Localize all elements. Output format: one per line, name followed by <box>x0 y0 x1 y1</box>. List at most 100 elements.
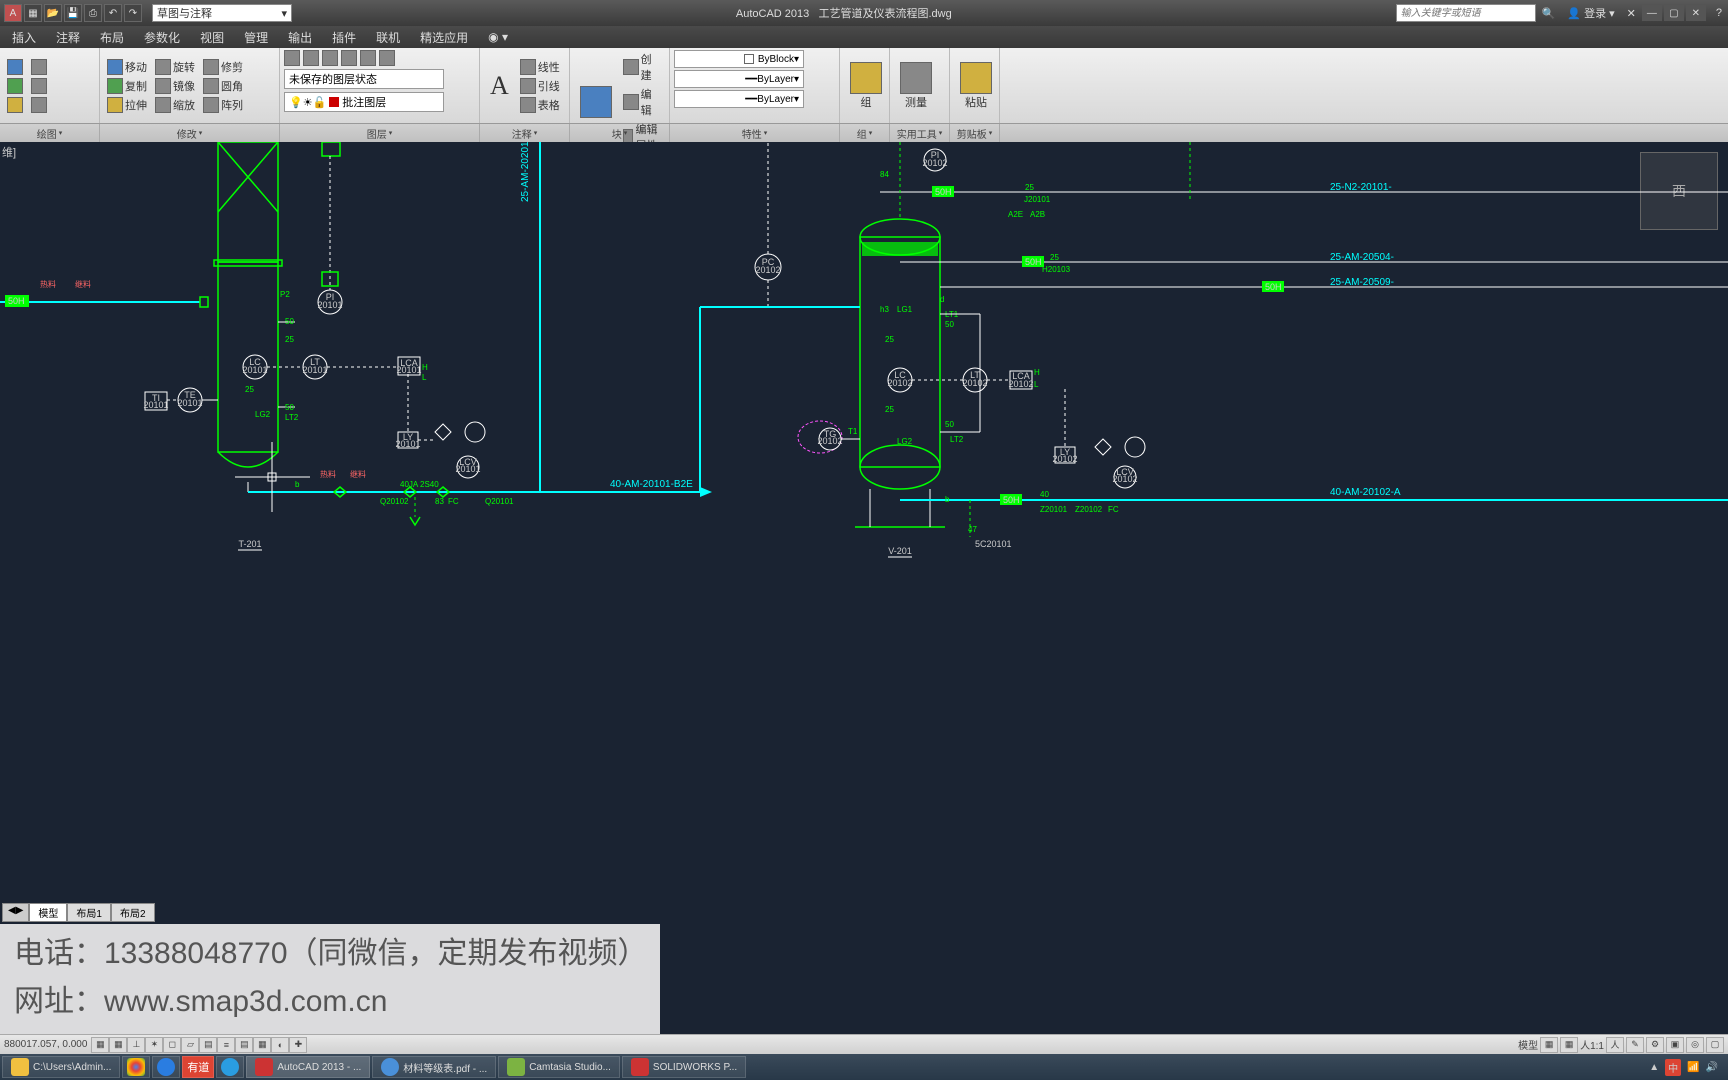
trim-button[interactable]: 修剪 <box>200 58 246 76</box>
minimize-button[interactable]: — <box>1642 5 1662 21</box>
color-dropdown[interactable]: ByBlock ▾ <box>674 50 804 68</box>
panel-label-group[interactable]: 组 <box>840 124 890 142</box>
mirror-button[interactable]: 镜像 <box>152 77 198 95</box>
snap-toggle[interactable]: ▦ <box>91 1037 109 1053</box>
measure-button[interactable]: 测量 <box>894 60 938 112</box>
drawing-canvas[interactable]: 维] 西 .proc { stroke:#0ff; stroke-width:2… <box>0 142 1728 1034</box>
move-button[interactable]: 移动 <box>104 58 150 76</box>
layer-iso-button[interactable] <box>303 50 319 66</box>
layer-off-button[interactable] <box>341 50 357 66</box>
maximize-button[interactable]: ▢ <box>1664 5 1684 21</box>
sc-toggle[interactable]: ◐ <box>271 1037 289 1053</box>
menu-annotate[interactable]: 注释 <box>46 27 90 48</box>
menu-plugins[interactable]: 插件 <box>322 27 366 48</box>
taskbar-chrome[interactable] <box>122 1056 150 1078</box>
quickview-drawings[interactable]: ▦ <box>1560 1037 1578 1053</box>
polar-toggle[interactable]: ✶ <box>145 1037 163 1053</box>
ime-icon[interactable]: 中 <box>1665 1059 1681 1076</box>
menu-online[interactable]: 联机 <box>366 27 410 48</box>
copy-button[interactable]: 复制 <box>104 77 150 95</box>
circle-button[interactable] <box>4 77 26 95</box>
workspace-dropdown[interactable]: 草图与注释▾ <box>152 4 292 22</box>
text-button[interactable]: A <box>484 69 515 103</box>
layout-nav[interactable]: ◀▶ <box>2 903 29 922</box>
qp-toggle[interactable]: ▦ <box>253 1037 271 1053</box>
exchange-icon[interactable]: ✕ <box>1627 7 1636 20</box>
tpy-toggle[interactable]: ▤ <box>235 1037 253 1053</box>
model-space-label[interactable]: 模型 <box>1518 1037 1538 1052</box>
taskbar-explorer[interactable]: C:\Users\Admin... <box>2 1056 120 1078</box>
hardware-accel[interactable]: ▣ <box>1666 1037 1684 1053</box>
anno-auto-toggle[interactable]: ✎ <box>1626 1037 1644 1053</box>
layer-state-dropdown[interactable]: 未保存的图层状态 <box>284 69 444 89</box>
volume-icon[interactable]: 🔊 <box>1706 1062 1718 1073</box>
group-button[interactable]: 组 <box>844 60 888 112</box>
network-icon[interactable]: 📶 <box>1687 1062 1699 1073</box>
app-menu-button[interactable]: A <box>4 4 22 22</box>
layer-props-button[interactable] <box>284 50 300 66</box>
grid-toggle[interactable]: ▦ <box>109 1037 127 1053</box>
isolate-objects[interactable]: ◎ <box>1686 1037 1704 1053</box>
layer-freeze-button[interactable] <box>322 50 338 66</box>
panel-label-clip[interactable]: 剪贴板 <box>950 124 1000 142</box>
polyline-button[interactable] <box>28 58 50 76</box>
array-button[interactable]: 阵列 <box>200 96 246 114</box>
clean-screen[interactable]: ▢ <box>1706 1037 1724 1053</box>
rect-button[interactable] <box>28 77 50 95</box>
linetype-dropdown[interactable]: ━━ ByLayer ▾ <box>674 90 804 108</box>
table-button[interactable]: 表格 <box>517 96 563 114</box>
osnap-toggle[interactable]: ◻ <box>163 1037 181 1053</box>
qat-redo[interactable]: ↷ <box>124 4 142 22</box>
menu-manage[interactable]: 管理 <box>234 27 278 48</box>
edit-block-button[interactable]: 编辑 <box>620 85 665 119</box>
menu-view[interactable]: 视图 <box>190 27 234 48</box>
qat-new[interactable]: ▦ <box>24 4 42 22</box>
menu-featured[interactable]: 精选应用 <box>410 27 478 48</box>
close-button[interactable]: ✕ <box>1686 5 1706 21</box>
panel-label-block[interactable]: 块 <box>570 124 670 142</box>
layer-dropdown[interactable]: 💡 ☀ 🔓 批注图层 <box>284 92 444 112</box>
taskbar-camtasia[interactable]: Camtasia Studio... <box>498 1056 620 1078</box>
line-button[interactable] <box>4 58 26 76</box>
hatch-button[interactable] <box>28 96 50 114</box>
layer-lock-button[interactable] <box>360 50 376 66</box>
menu-insert[interactable]: 插入 <box>2 27 46 48</box>
panel-label-layer[interactable]: 图层 <box>280 124 480 142</box>
menu-output[interactable]: 输出 <box>278 27 322 48</box>
layout1-tab[interactable]: 布局1 <box>67 903 111 922</box>
qat-save[interactable]: 💾 <box>64 4 82 22</box>
dyn-toggle[interactable]: ▤ <box>199 1037 217 1053</box>
panel-label-properties[interactable]: 特性 <box>670 124 840 142</box>
otrack-toggle[interactable]: ▱ <box>181 1037 199 1053</box>
lwt-toggle[interactable]: ≡ <box>217 1037 235 1053</box>
tray-icon[interactable]: ▲ <box>1649 1062 1659 1073</box>
taskbar-youdao[interactable]: 有道 <box>182 1056 214 1078</box>
arc-button[interactable] <box>4 96 26 114</box>
menu-layout[interactable]: 布局 <box>90 27 134 48</box>
taskbar-ie[interactable] <box>216 1056 244 1078</box>
anno-scale[interactable]: 人1:1 <box>1580 1037 1604 1052</box>
panel-label-draw[interactable]: 绘图 <box>0 124 100 142</box>
panel-label-annotate[interactable]: 注释 <box>480 124 570 142</box>
ortho-toggle[interactable]: ⊥ <box>127 1037 145 1053</box>
rotate-button[interactable]: 旋转 <box>152 58 198 76</box>
dim-linear-button[interactable]: 线性 <box>517 58 563 76</box>
layout2-tab[interactable]: 布局2 <box>111 903 155 922</box>
menu-more[interactable]: ◉ ▾ <box>478 28 518 46</box>
scale-button[interactable]: 缩放 <box>152 96 198 114</box>
quickview-layouts[interactable]: ▦ <box>1540 1037 1558 1053</box>
create-block-button[interactable]: 创建 <box>620 50 665 84</box>
taskbar-pdf[interactable]: 材料等级表.pdf - ... <box>372 1056 496 1078</box>
help-icon[interactable]: ? <box>1716 7 1722 19</box>
search-icon[interactable]: 🔍 <box>1542 7 1556 20</box>
taskbar-baidu[interactable] <box>152 1056 180 1078</box>
paste-button[interactable]: 粘贴 <box>954 60 998 112</box>
help-search-input[interactable] <box>1396 4 1536 22</box>
taskbar-solidworks[interactable]: SOLIDWORKS P... <box>622 1056 746 1078</box>
lineweight-dropdown[interactable]: ━━ ByLayer ▾ <box>674 70 804 88</box>
qat-print[interactable]: ⎙ <box>84 4 102 22</box>
insert-block-button[interactable] <box>574 84 618 120</box>
signin-button[interactable]: 👤 登录 ▾ <box>1561 5 1620 21</box>
menu-parametric[interactable]: 参数化 <box>134 27 190 48</box>
anno-vis-toggle[interactable]: 人 <box>1606 1037 1624 1053</box>
